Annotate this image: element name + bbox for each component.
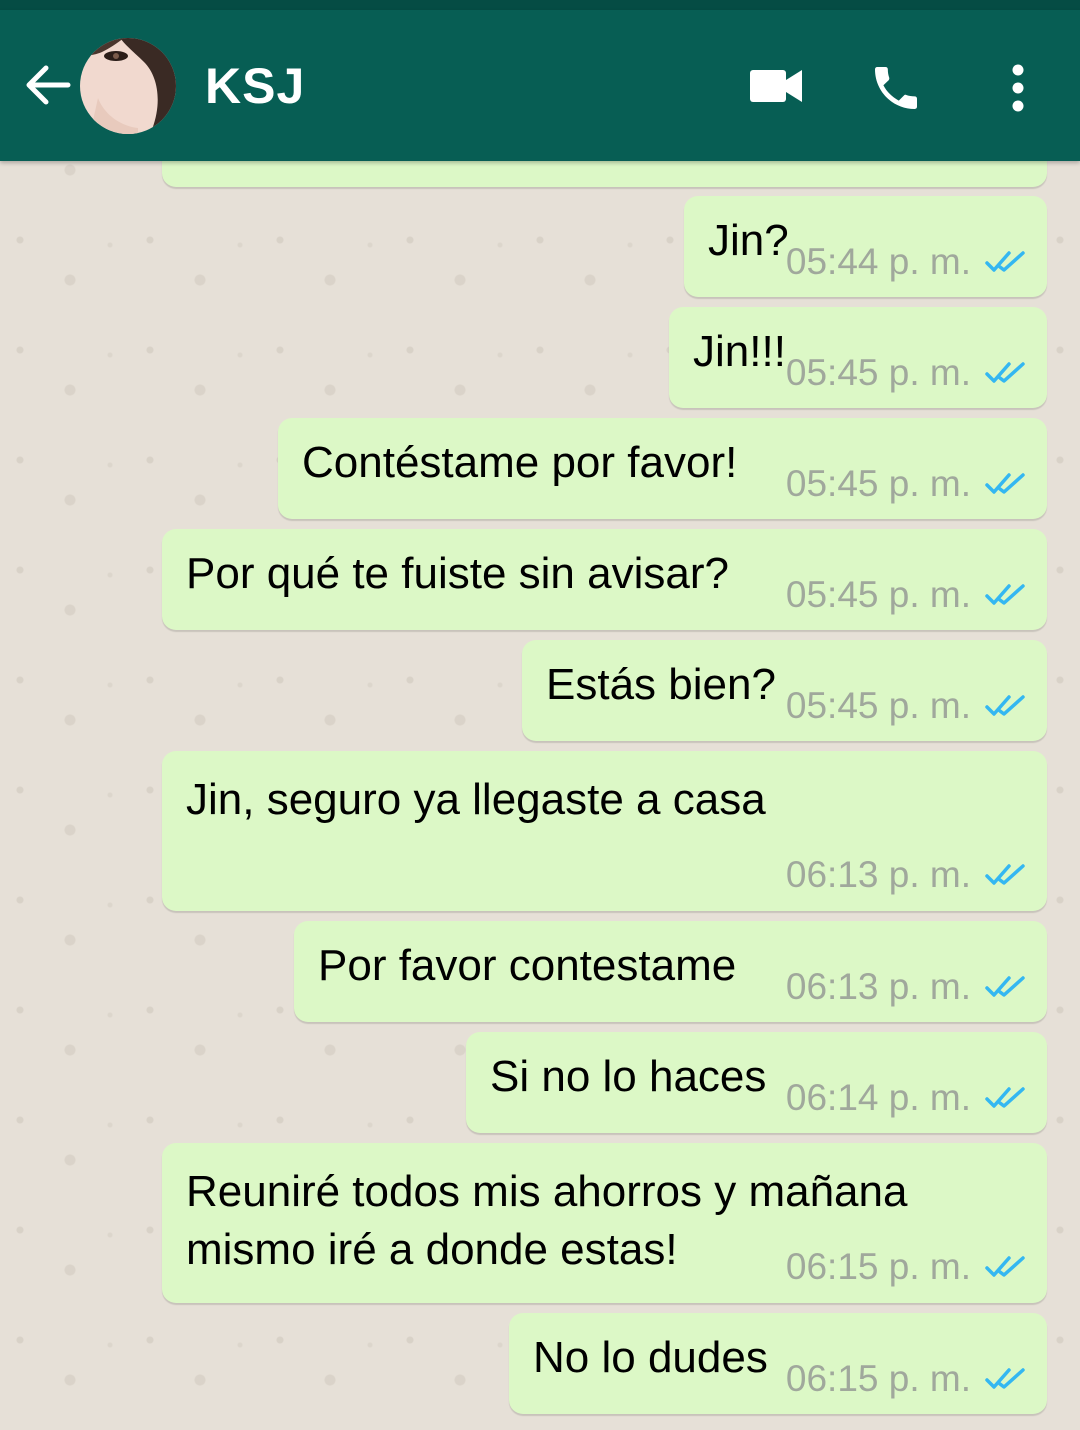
status-bar <box>0 0 1080 10</box>
message-text: Contéstame por favor! <box>302 438 738 487</box>
message-meta: 05:44 p. m. <box>786 240 1027 284</box>
message-time: 06:13 p. m. <box>785 966 971 1007</box>
message-bubble[interactable]: Contéstame por favor! 05:45 p. m. <box>278 418 1047 519</box>
chat-header: KSJ <box>0 10 1080 161</box>
message-bubble[interactable]: Por favor contestame 06:13 p. m. <box>294 921 1047 1022</box>
message-bubble[interactable]: Jin? 05:44 p. m. <box>684 196 1047 297</box>
message-meta: 06:14 p. m. <box>786 1076 1027 1120</box>
message-time: 06:14 p. m. <box>785 1077 971 1118</box>
message-bubble[interactable]: Si no lo haces 06:14 p. m. <box>466 1032 1047 1133</box>
phone-icon[interactable] <box>868 60 924 116</box>
message-time: 06:15 p. m. <box>785 1358 971 1399</box>
message-bubble[interactable]: Reuniré todos mis ahorros y mañana mismo… <box>162 1143 1047 1303</box>
double-check-icon <box>985 473 1025 494</box>
message-text: Por qué te fuiste sin avisar? <box>186 549 729 598</box>
video-camera-icon[interactable] <box>748 66 804 106</box>
double-check-icon <box>985 976 1025 997</box>
message-time: 05:44 p. m. <box>785 241 971 282</box>
message-meta: 06:15 p. m. <box>786 1357 1027 1401</box>
message-meta: 06:13 p. m. <box>786 853 1027 897</box>
arrow-left-icon[interactable] <box>20 58 74 112</box>
message-bubble[interactable]: Estás bien? 05:45 p. m. <box>522 640 1047 741</box>
message-meta: 05:45 p. m. <box>786 684 1027 728</box>
message-text: Jin!!! <box>693 327 786 376</box>
message-time: 05:45 p. m. <box>785 352 971 393</box>
message-meta: 05:45 p. m. <box>786 351 1027 395</box>
message-text: Por favor contestame <box>318 941 737 990</box>
message-text: Jin, seguro ya llegaste a casa <box>186 775 766 824</box>
message-text: Estás bien? <box>546 660 776 709</box>
message-meta: 06:15 p. m. <box>786 1245 1027 1289</box>
message-time: 05:45 p. m. <box>785 685 971 726</box>
message-bubble[interactable]: Jin, seguro ya llegaste a casa 06:13 p. … <box>162 751 1047 911</box>
double-check-icon <box>985 362 1025 383</box>
double-check-icon <box>985 251 1025 272</box>
message-meta: 05:45 p. m. <box>786 462 1027 506</box>
message-bubble[interactable]: No lo dudes 06:15 p. m. <box>509 1313 1047 1414</box>
double-check-icon <box>985 1087 1025 1108</box>
message-bubble[interactable]: Jin!!! 05:45 p. m. <box>669 307 1047 408</box>
message-meta: 06:13 p. m. <box>786 965 1027 1009</box>
avatar-photo <box>80 38 176 134</box>
message-time: 05:45 p. m. <box>785 574 971 615</box>
double-check-icon <box>985 864 1025 885</box>
message-bubble[interactable]: Por qué te fuiste sin avisar? 05:45 p. m… <box>162 529 1047 630</box>
avatar[interactable] <box>80 38 176 134</box>
message-time: 05:45 p. m. <box>785 463 971 504</box>
message-text: No lo dudes <box>533 1333 768 1382</box>
double-check-icon <box>985 1368 1025 1389</box>
double-check-icon <box>985 1256 1025 1277</box>
double-check-icon <box>985 695 1025 716</box>
message-meta: 05:45 p. m. <box>786 573 1027 617</box>
message-time: 06:15 p. m. <box>785 1246 971 1287</box>
contact-name[interactable]: KSJ <box>205 56 305 116</box>
double-check-icon <box>985 584 1025 605</box>
message-text: Si no lo haces <box>490 1052 767 1101</box>
more-vertical-icon[interactable] <box>1000 60 1036 116</box>
message-text: Jin? <box>708 216 789 265</box>
message-time: 06:13 p. m. <box>785 854 971 895</box>
message-text: Reuniré todos mis ahorros y mañana <box>186 1167 908 1216</box>
message-text-line-2: mismo iré a donde estas! <box>186 1225 678 1274</box>
